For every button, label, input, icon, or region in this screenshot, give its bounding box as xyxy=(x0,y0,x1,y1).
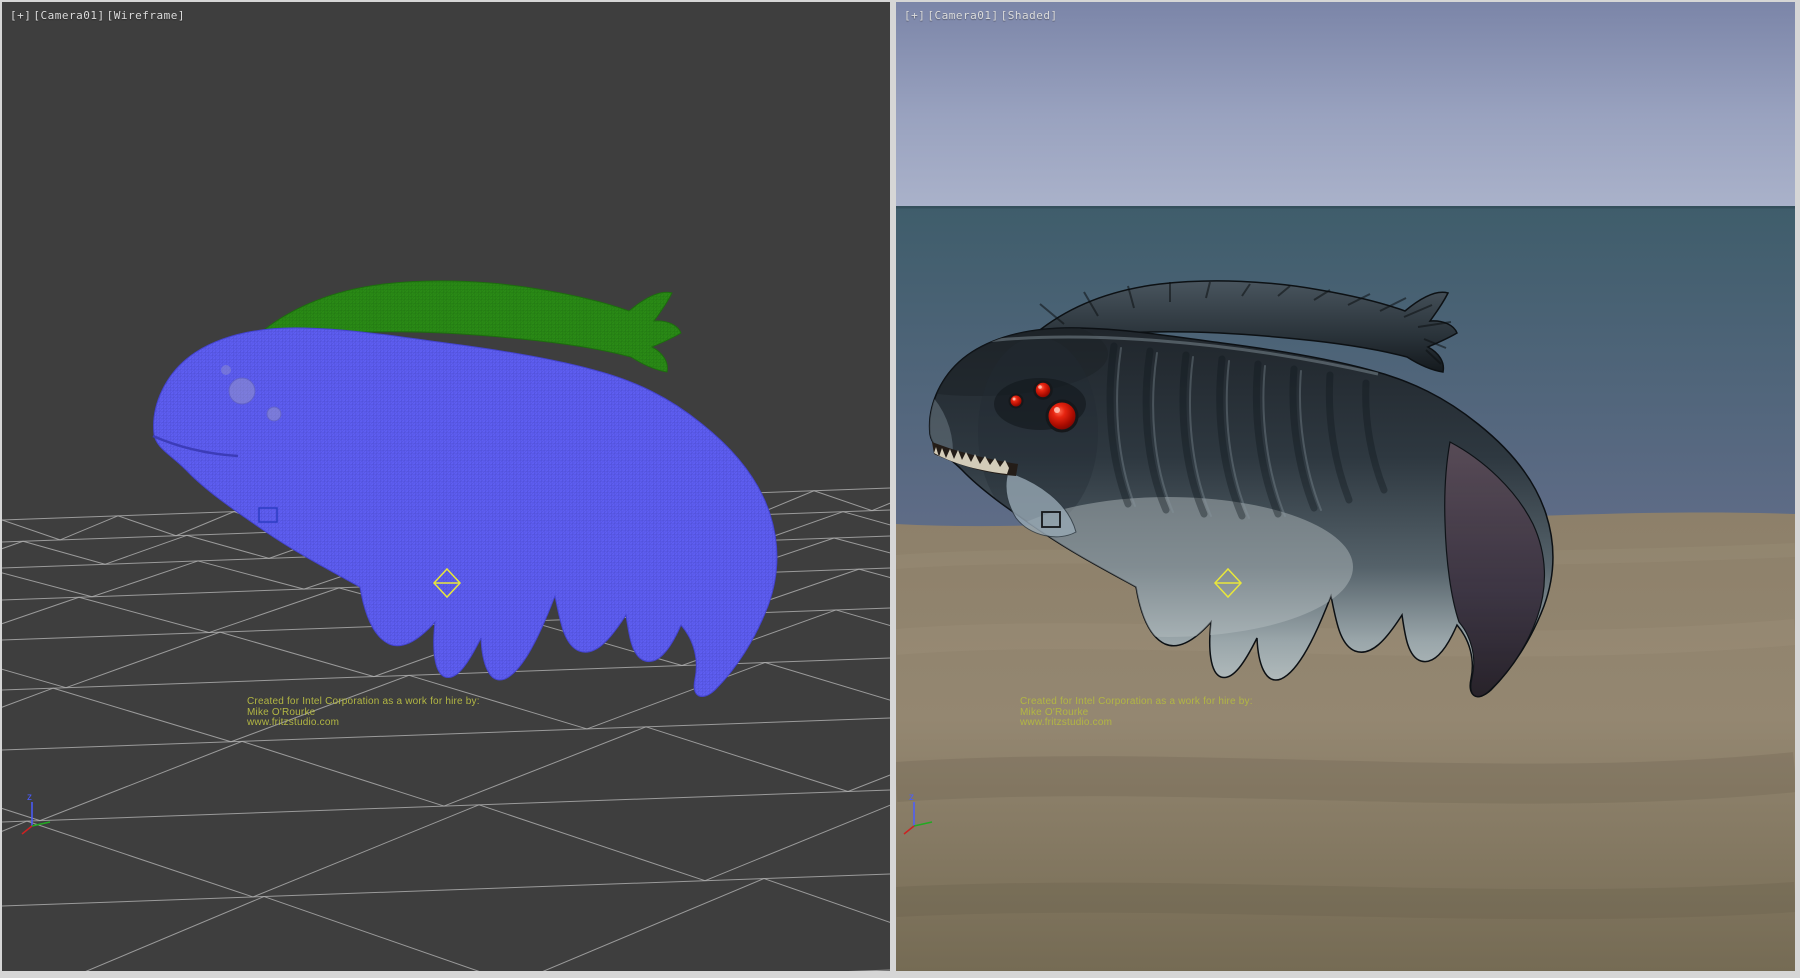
application-window: z [+][Camera01][Wireframe] Created for I… xyxy=(0,0,1800,978)
viewport-label-left: [+][Camera01][Wireframe] xyxy=(10,10,187,22)
eye-spot-tiny xyxy=(221,365,231,375)
viewport-menu-general[interactable]: [+] xyxy=(904,9,925,22)
axis-x-line xyxy=(22,826,32,834)
scene-canvas-left[interactable]: z xyxy=(2,2,890,971)
fish-model-wireframe[interactable] xyxy=(153,281,777,697)
viewport-menu-general[interactable]: [+] xyxy=(10,9,31,22)
sky xyxy=(896,2,1795,208)
axis-z-label: z xyxy=(27,792,32,803)
eye-spot-large xyxy=(229,378,255,404)
scene-canvas-right[interactable]: z xyxy=(896,2,1795,971)
viewport-menu-pov[interactable]: [Camera01] xyxy=(927,9,998,22)
viewport-menu-shading[interactable]: [Shaded] xyxy=(1001,9,1058,22)
viewport-shaded[interactable]: z [+][Camera01][Shaded] Created for Inte… xyxy=(896,2,1795,971)
viewport-menu-shading[interactable]: [Wireframe] xyxy=(107,9,185,22)
horizon-line xyxy=(896,206,1795,209)
viewport-wireframe[interactable]: z [+][Camera01][Wireframe] Created for I… xyxy=(2,2,890,971)
watermark-text: Created for Intel Corporation as a work … xyxy=(1020,697,1253,729)
viewport-menu-pov[interactable]: [Camera01] xyxy=(33,9,104,22)
watermark-line-1: Created for Intel Corporation as a work … xyxy=(1020,697,1253,708)
eye-spot-small xyxy=(267,407,281,421)
watermark-line-3: www.fritzstudio.com xyxy=(247,718,480,729)
watermark-text: Created for Intel Corporation as a work … xyxy=(247,697,480,729)
watermark-line-3: www.fritzstudio.com xyxy=(1020,718,1253,729)
watermark-line-1: Created for Intel Corporation as a work … xyxy=(247,697,480,708)
axis-z-label: z xyxy=(909,792,914,803)
viewport-label-right: [+][Camera01][Shaded] xyxy=(904,10,1060,22)
